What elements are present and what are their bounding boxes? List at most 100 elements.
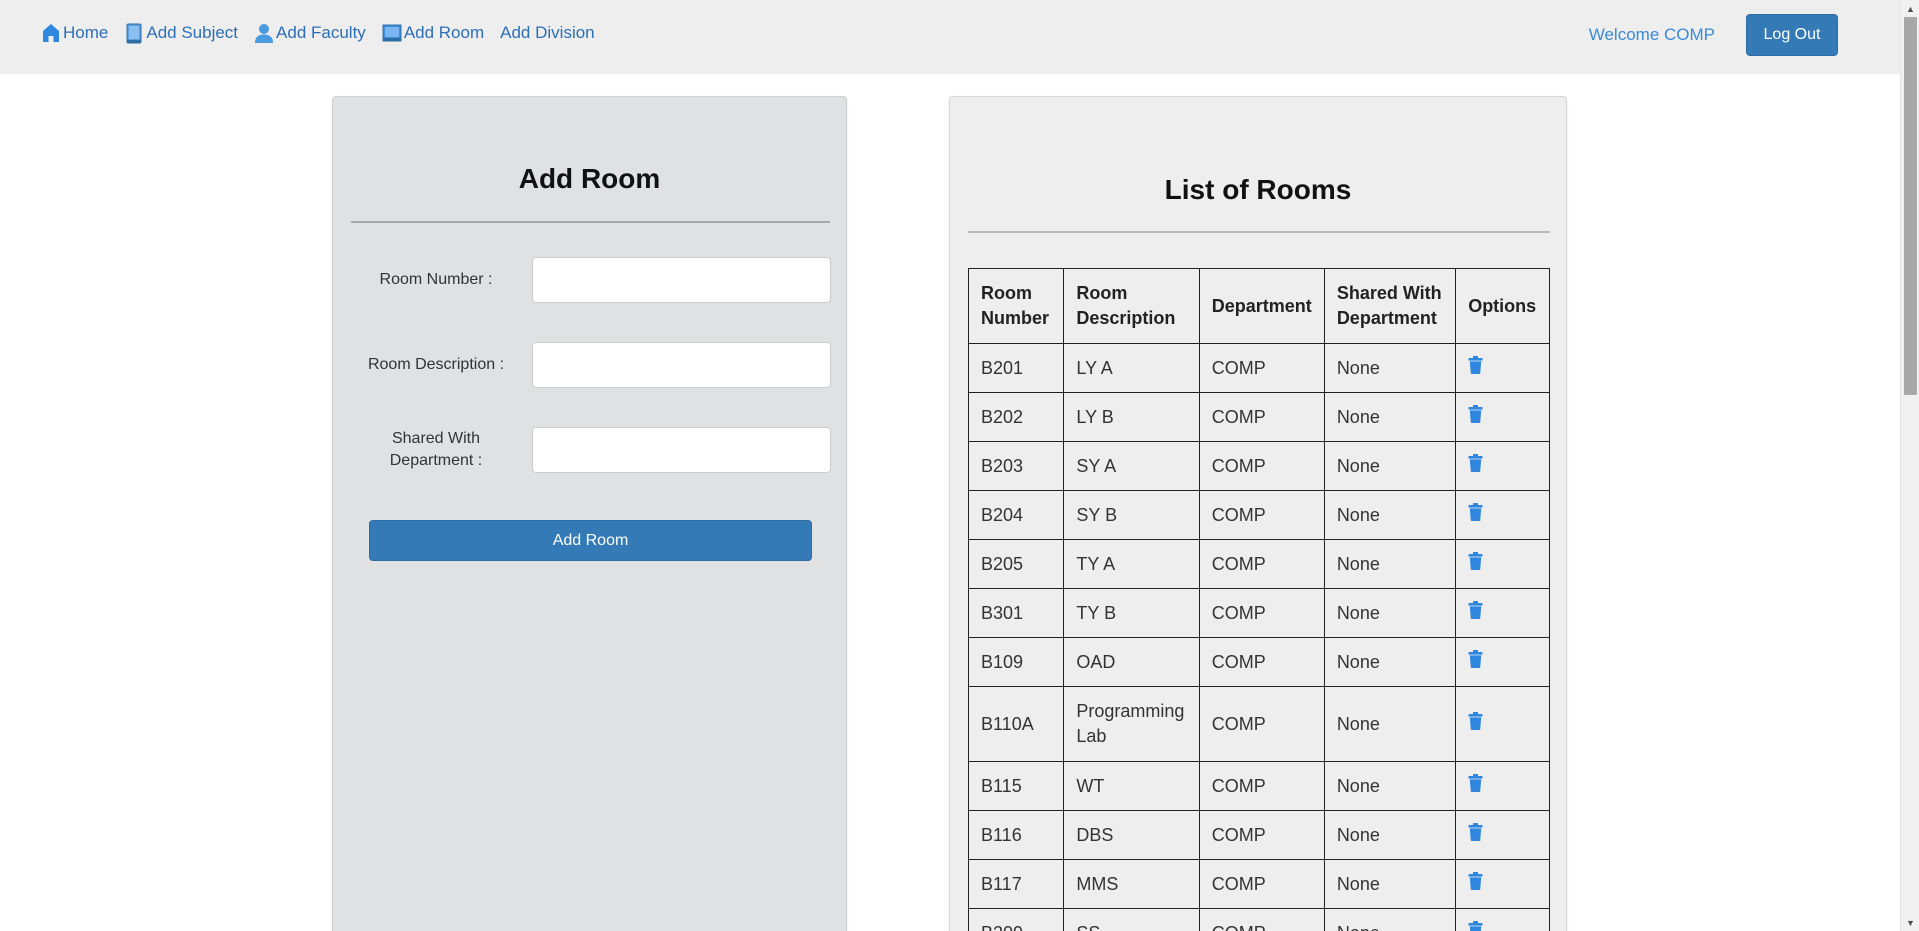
divider	[351, 221, 830, 223]
room-shared-cell: None	[1323, 392, 1457, 442]
rooms-table-body: B201 LY A COMP None B202 LY B COMP None B203 SY A…	[967, 343, 1550, 931]
options-cell	[1455, 588, 1550, 638]
room-description-cell: TY A	[1063, 539, 1200, 589]
trash-icon[interactable]	[1468, 773, 1483, 792]
room-department-cell: COMP	[1198, 686, 1325, 762]
page: Home Add Subject Add Faculty Add Room Ad…	[0, 0, 1919, 931]
room-description-input[interactable]	[532, 342, 831, 388]
logout-button[interactable]: Log Out	[1746, 14, 1838, 56]
room-shared-cell: None	[1323, 441, 1457, 491]
add-room-submit-button[interactable]: Add Room	[369, 520, 812, 561]
trash-icon[interactable]	[1468, 920, 1483, 931]
shared-department-input[interactable]	[532, 427, 831, 473]
table-row: B201 LY A COMP None	[967, 343, 1550, 393]
room-department-cell: COMP	[1198, 490, 1325, 540]
nav-link-add-division[interactable]: Add Division	[500, 23, 595, 43]
trash-icon[interactable]	[1468, 355, 1483, 374]
nav-link-add-faculty[interactable]: Add Faculty	[254, 22, 366, 44]
table-row: B204 SY B COMP None	[967, 490, 1550, 540]
vertical-scrollbar[interactable]: ▲ ▼	[1900, 0, 1919, 931]
nav-right: Welcome COMP Log Out	[1589, 14, 1838, 56]
room-number-input[interactable]	[532, 257, 831, 303]
room-number-cell: B202	[967, 392, 1065, 442]
room-description-cell: LY B	[1063, 392, 1200, 442]
room-shared-cell: None	[1323, 859, 1457, 909]
room-number-cell: B115	[967, 761, 1065, 811]
column-header: Room Description	[1063, 268, 1200, 344]
table-row: B202 LY B COMP None	[967, 392, 1550, 442]
room-number-cell: B110A	[967, 686, 1065, 762]
book-icon	[124, 22, 144, 44]
room-department-cell: COMP	[1198, 539, 1325, 589]
room-description-cell: SY B	[1063, 490, 1200, 540]
room-list-panel: List of Rooms Room Number Room Descripti…	[949, 96, 1567, 931]
room-shared-cell: None	[1323, 686, 1457, 762]
column-header: Shared With Department	[1323, 268, 1457, 344]
trash-icon[interactable]	[1468, 600, 1483, 619]
options-cell	[1455, 539, 1550, 589]
trash-icon[interactable]	[1468, 502, 1483, 521]
options-cell	[1455, 859, 1550, 909]
add-room-panel: Add Room Room Number : Room Description …	[332, 96, 847, 931]
room-description-label: Room Description :	[367, 356, 505, 373]
options-cell	[1455, 686, 1550, 762]
trash-icon[interactable]	[1468, 551, 1483, 570]
scrollbar-thumb[interactable]	[1904, 17, 1917, 395]
user-icon	[254, 22, 274, 44]
trash-icon[interactable]	[1468, 822, 1483, 841]
room-description-cell: SY A	[1063, 441, 1200, 491]
top-navbar: Home Add Subject Add Faculty Add Room Ad…	[0, 0, 1900, 74]
add-room-title: Add Room	[518, 163, 661, 194]
home-icon	[41, 22, 61, 44]
nav-link-label: Add Subject	[146, 23, 239, 42]
options-cell	[1455, 343, 1550, 393]
room-department-cell: COMP	[1198, 637, 1325, 687]
column-header: Room Number	[967, 268, 1065, 344]
nav-link-add-room[interactable]: Add Room	[382, 22, 484, 44]
room-number-cell: B301	[967, 588, 1065, 638]
room-department-cell: COMP	[1198, 343, 1325, 393]
room-department-cell: COMP	[1198, 810, 1325, 860]
column-header: Options	[1455, 268, 1550, 344]
room-shared-cell: None	[1323, 761, 1457, 811]
trash-icon[interactable]	[1468, 453, 1483, 472]
nav-link-label: Add Division	[500, 23, 595, 42]
room-shared-cell: None	[1323, 637, 1457, 687]
nav-link-label: Home	[63, 23, 109, 42]
table-row: B117 MMS COMP None	[967, 859, 1550, 909]
room-shared-cell: None	[1323, 810, 1457, 860]
nav-link-home[interactable]: Home	[41, 22, 108, 44]
table-row: B205 TY A COMP None	[967, 539, 1550, 589]
room-department-cell: COMP	[1198, 588, 1325, 638]
options-cell	[1455, 441, 1550, 491]
nav-link-add-subject[interactable]: Add Subject	[124, 22, 238, 44]
room-shared-cell: None	[1323, 490, 1457, 540]
room-shared-cell: None	[1323, 908, 1457, 931]
options-cell	[1455, 810, 1550, 860]
trash-icon[interactable]	[1468, 711, 1483, 730]
table-row: B115 WT COMP None	[967, 761, 1550, 811]
options-cell	[1455, 490, 1550, 540]
trash-icon[interactable]	[1468, 871, 1483, 890]
room-description-cell: OAD	[1063, 637, 1200, 687]
room-description-cell: Programming Lab	[1063, 686, 1200, 762]
table-row: B116 DBS COMP None	[967, 810, 1550, 860]
options-cell	[1455, 392, 1550, 442]
room-description-cell: WT	[1063, 761, 1200, 811]
trash-icon[interactable]	[1468, 649, 1483, 668]
rooms-table: Room Number Room Description Department …	[967, 268, 1550, 931]
room-number-cell: B203	[967, 441, 1065, 491]
table-row: B301 TY B COMP None	[967, 588, 1550, 638]
room-number-cell: B116	[967, 810, 1065, 860]
room-description-row: Room Description :	[351, 342, 831, 388]
room-number-label: Room Number :	[379, 271, 493, 288]
room-department-cell: COMP	[1198, 761, 1325, 811]
room-description-cell: SS	[1063, 908, 1200, 931]
room-shared-cell: None	[1323, 539, 1457, 589]
room-shared-cell: None	[1323, 588, 1457, 638]
scroll-down-arrow-icon[interactable]: ▼	[1901, 914, 1919, 931]
scroll-up-arrow-icon[interactable]: ▲	[1901, 0, 1919, 17]
room-number-cell: B109	[967, 637, 1065, 687]
trash-icon[interactable]	[1468, 404, 1483, 423]
room-number-cell: B117	[967, 859, 1065, 909]
